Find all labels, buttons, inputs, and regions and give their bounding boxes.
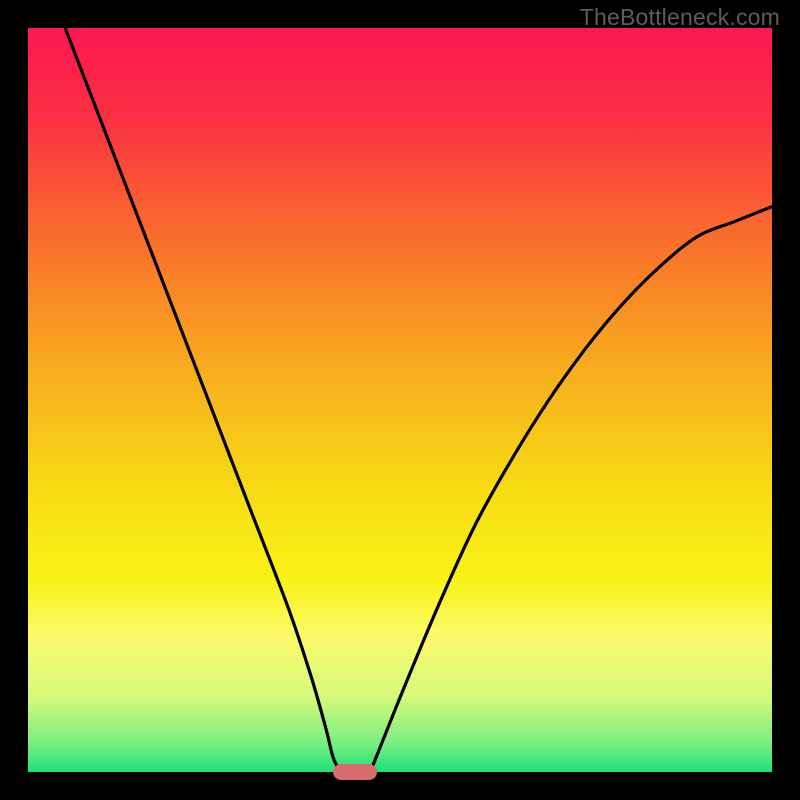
watermark-text: TheBottleneck.com bbox=[580, 4, 780, 31]
bottleneck-marker bbox=[333, 764, 377, 780]
chart-background bbox=[28, 28, 772, 772]
chart-frame bbox=[28, 28, 772, 772]
chart-svg bbox=[28, 28, 772, 772]
